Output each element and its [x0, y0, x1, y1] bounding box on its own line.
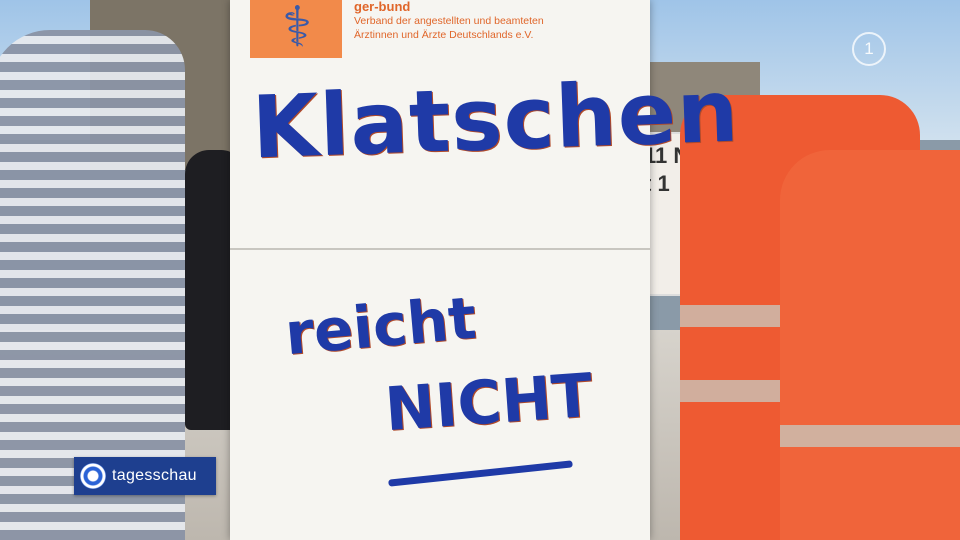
tagesschau-banner: tagesschau — [74, 457, 216, 495]
aesculapius-icon: ⚕ — [282, 0, 313, 58]
vest-reflective-stripe — [780, 425, 960, 447]
photo-scene: 11 N t 1 ⚕ ger-bund Verband der angestel… — [0, 0, 960, 540]
channel-corner-logo: 1 — [852, 32, 886, 66]
sign-text-nicht: NICHT — [382, 360, 595, 446]
tagesschau-logo-icon — [80, 463, 106, 489]
association-title: ger-bund — [354, 0, 411, 14]
sign-text-klatschen: Klatschen — [250, 61, 741, 179]
association-line-1: Verband der angestellten und beamteten — [354, 15, 544, 27]
protest-sign: ⚕ ger-bund Verband der angestellten und … — [230, 0, 741, 540]
sign-text-reicht: reicht — [282, 283, 479, 369]
association-line-2: Ärztinnen und Ärzte Deutschlands e.V. — [354, 29, 534, 41]
person-orange-vest-foreground — [780, 150, 960, 540]
channel-name: tagesschau — [112, 467, 197, 484]
sign-fold — [230, 248, 650, 250]
sign-underline — [388, 460, 573, 487]
association-name: ger-bund Verband der angestellten und be… — [354, 0, 644, 42]
